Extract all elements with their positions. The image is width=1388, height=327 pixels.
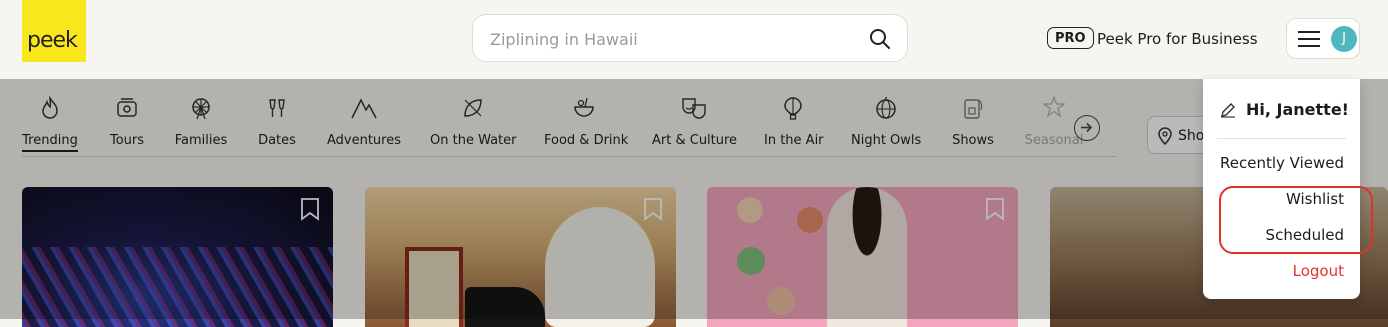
search-icon[interactable] bbox=[869, 28, 891, 54]
peek-pro-link[interactable]: Peek Pro for Business bbox=[1097, 30, 1258, 48]
avatar: J bbox=[1331, 26, 1357, 52]
edit-icon bbox=[1219, 101, 1237, 123]
logout-link[interactable]: Logout bbox=[1293, 262, 1344, 280]
menu-item-recently-viewed[interactable]: Recently Viewed bbox=[1220, 154, 1344, 172]
hamburger-icon bbox=[1297, 30, 1321, 52]
peek-logo[interactable]: peek bbox=[22, 0, 86, 62]
account-menu-button[interactable]: J bbox=[1286, 18, 1360, 59]
logo-text: peek bbox=[27, 28, 78, 53]
top-header: peek Ziplining in Hawaii PRO Peek Pro fo… bbox=[0, 0, 1388, 79]
dropdown-divider bbox=[1217, 138, 1346, 139]
search-placeholder: Ziplining in Hawaii bbox=[490, 30, 638, 49]
modal-backdrop[interactable] bbox=[0, 79, 1388, 319]
pro-badge[interactable]: PRO bbox=[1047, 27, 1094, 49]
highlight-annotation bbox=[1219, 186, 1373, 254]
search-input[interactable]: Ziplining in Hawaii bbox=[472, 14, 908, 62]
greeting-text: Hi, Janette! bbox=[1246, 100, 1349, 119]
